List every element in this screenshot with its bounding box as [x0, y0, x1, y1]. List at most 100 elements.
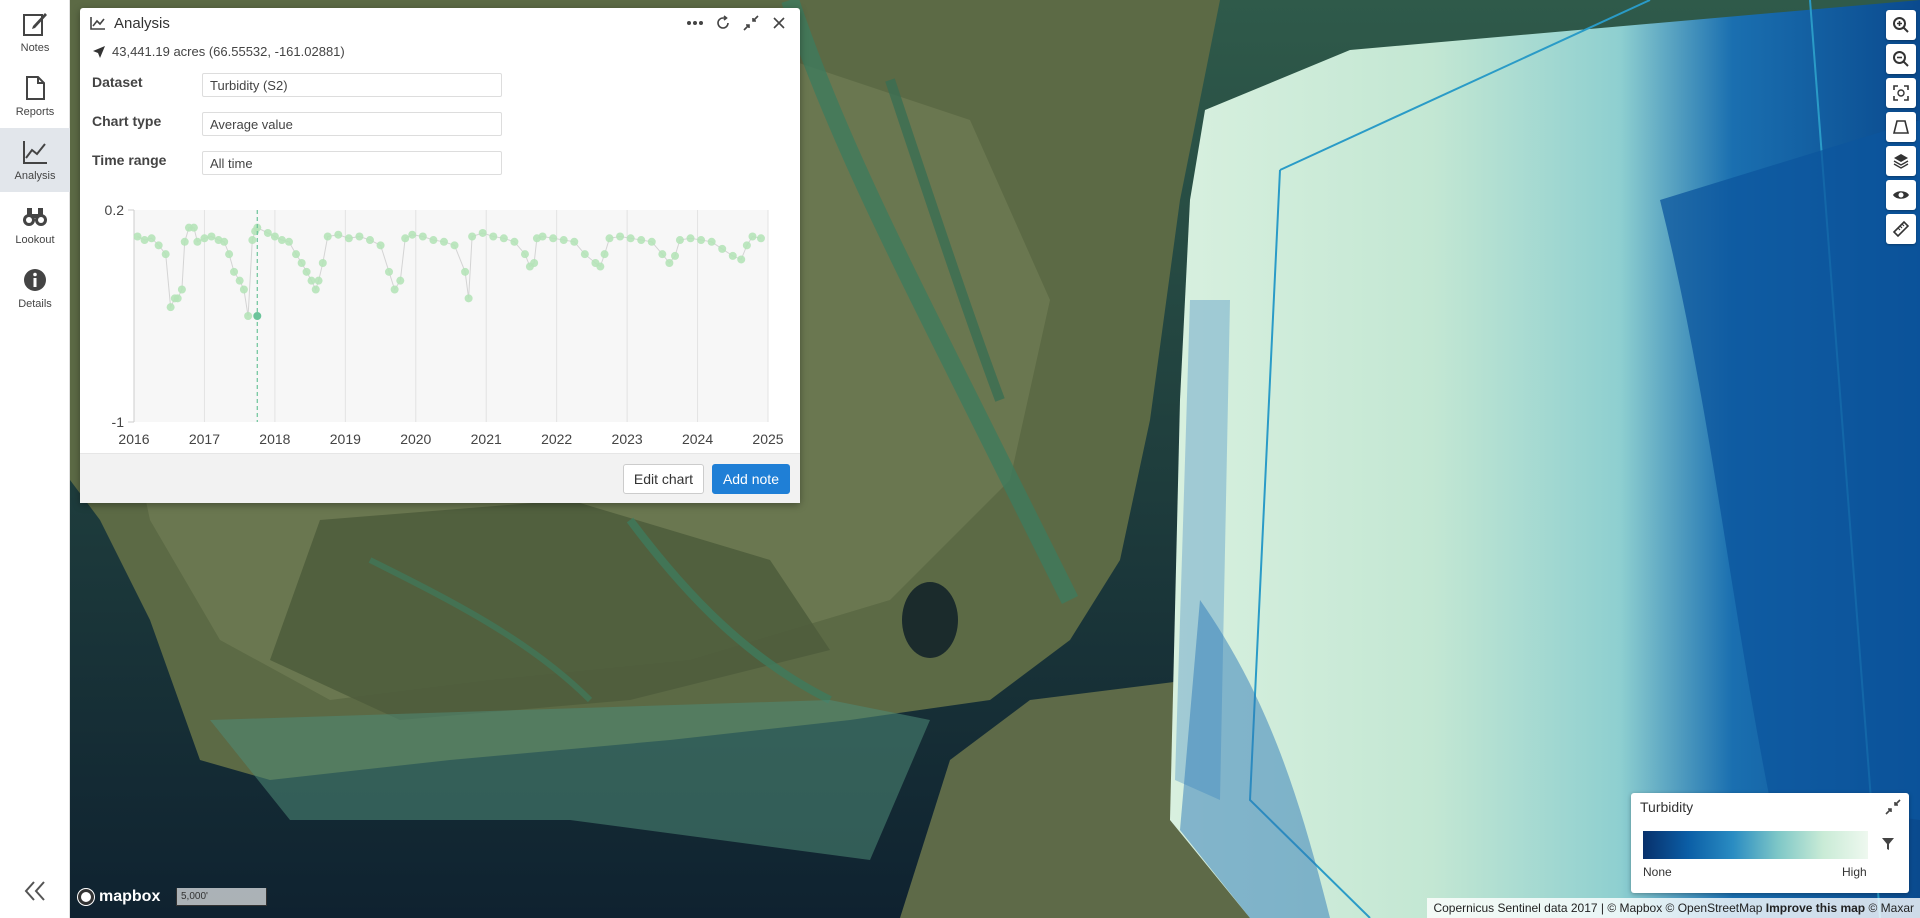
data-point — [161, 250, 170, 259]
layers-icon — [1893, 154, 1909, 169]
data-point — [742, 241, 751, 250]
x-tick-label: 2024 — [682, 431, 713, 447]
data-point — [468, 232, 477, 241]
data-point — [376, 241, 385, 250]
data-point — [478, 228, 487, 237]
data-point — [499, 234, 508, 243]
filter-icon[interactable] — [1881, 837, 1895, 851]
data-point — [189, 223, 198, 232]
perspective-button[interactable] — [1886, 112, 1916, 142]
data-point — [580, 250, 589, 259]
area-location-text: 43,441.19 acres (66.55532, -161.02881) — [112, 44, 345, 59]
data-point — [756, 234, 765, 243]
data-point — [284, 237, 293, 246]
more-options-button[interactable] — [684, 12, 706, 34]
collapse-legend-icon[interactable] — [1885, 799, 1901, 815]
collapse-sidebar-icon[interactable] — [22, 878, 48, 904]
edit-chart-button[interactable]: Edit chart — [622, 464, 704, 494]
minimize-button[interactable] — [740, 12, 762, 34]
left-nav: Notes Reports Analysis Lookout Details — [0, 0, 70, 918]
binoculars-icon — [23, 208, 47, 226]
visibility-button[interactable] — [1886, 180, 1916, 210]
data-point — [697, 236, 706, 245]
location-arrow-icon — [93, 45, 105, 58]
turbidity-chart[interactable]: 2016 2017 2018 2019 2020 2021 2022 2023 2024 2025… — [80, 196, 800, 456]
data-point — [307, 276, 316, 285]
chart-type-select[interactable]: Average value — [202, 111, 502, 136]
x-tick-label: 2016 — [118, 431, 149, 447]
data-point — [538, 232, 547, 241]
data-point — [605, 234, 614, 243]
data-point — [180, 237, 189, 246]
zoom-in-button[interactable] — [1886, 10, 1916, 40]
data-point — [530, 259, 539, 267]
nav-analysis[interactable]: Analysis — [0, 128, 70, 192]
dataset-select[interactable]: Turbidity (S2) — [202, 72, 502, 97]
data-point — [323, 232, 332, 241]
data-point — [177, 285, 186, 294]
data-point — [244, 312, 253, 320]
data-point — [461, 267, 470, 276]
refresh-button[interactable] — [712, 12, 734, 34]
data-point — [314, 276, 323, 285]
chart-icon — [23, 141, 47, 164]
data-point — [207, 232, 216, 241]
data-point — [147, 234, 156, 243]
nav-notes[interactable]: Notes — [0, 0, 70, 64]
measure-button[interactable] — [1886, 214, 1916, 244]
x-tick-label: 2025 — [752, 431, 783, 447]
data-point — [418, 232, 427, 241]
data-point — [671, 251, 680, 260]
add-note-button[interactable]: Add note — [711, 464, 790, 494]
close-button[interactable] — [768, 12, 790, 34]
data-point — [718, 244, 727, 253]
field-label: Dataset — [92, 73, 143, 90]
data-point — [748, 232, 757, 241]
data-point — [263, 228, 272, 237]
data-point — [235, 276, 244, 285]
turbidity-legend: Turbidity None High — [1631, 793, 1909, 893]
plot-area — [134, 210, 768, 422]
nav-reports[interactable]: Reports — [0, 64, 70, 128]
data-point — [626, 234, 635, 243]
panel-title: Analysis — [114, 14, 170, 32]
data-point — [154, 241, 163, 250]
data-point — [200, 234, 209, 243]
data-point — [439, 237, 448, 246]
data-point — [365, 236, 374, 245]
legend-max-label: High — [1842, 865, 1867, 879]
maxar-attribution: © Maxar — [1868, 901, 1914, 915]
data-point — [728, 251, 737, 260]
data-point — [647, 237, 656, 246]
zoom-out-button[interactable] — [1886, 44, 1916, 74]
time-range-select[interactable]: All time — [202, 150, 502, 175]
map-toolbar — [1880, 6, 1920, 248]
field-time-range: Time range All time — [80, 143, 800, 182]
nav-label: Lookout — [15, 234, 55, 246]
data-point — [510, 237, 519, 246]
nav-details[interactable]: Details — [0, 256, 70, 320]
data-point — [429, 236, 438, 245]
fit-bounds-button[interactable] — [1886, 78, 1916, 108]
data-point — [277, 236, 286, 245]
mapbox-logo[interactable]: mapbox — [78, 888, 160, 906]
area-location: 43,441.19 acres (66.55532, -161.02881) — [80, 38, 800, 65]
legend-title: Turbidity — [1640, 799, 1694, 815]
data-point — [225, 250, 234, 259]
nav-label: Notes — [20, 42, 50, 54]
mapbox-logo-text: mapbox — [99, 888, 161, 905]
nav-lookout[interactable]: Lookout — [0, 192, 70, 256]
data-point — [173, 294, 182, 303]
nav-label: Details — [18, 298, 52, 310]
improve-map-link[interactable]: Improve this map — [1766, 901, 1865, 915]
edit-icon — [23, 13, 47, 36]
legend-min-label: None — [1643, 865, 1672, 879]
perspective-icon — [1892, 120, 1910, 134]
data-point — [675, 236, 684, 245]
field-dataset: Dataset Turbidity (S2) — [80, 65, 800, 104]
layers-button[interactable] — [1886, 146, 1916, 176]
data-point — [549, 234, 558, 243]
close-icon — [773, 17, 785, 29]
nav-label: Reports — [15, 106, 55, 118]
data-point — [220, 237, 229, 246]
